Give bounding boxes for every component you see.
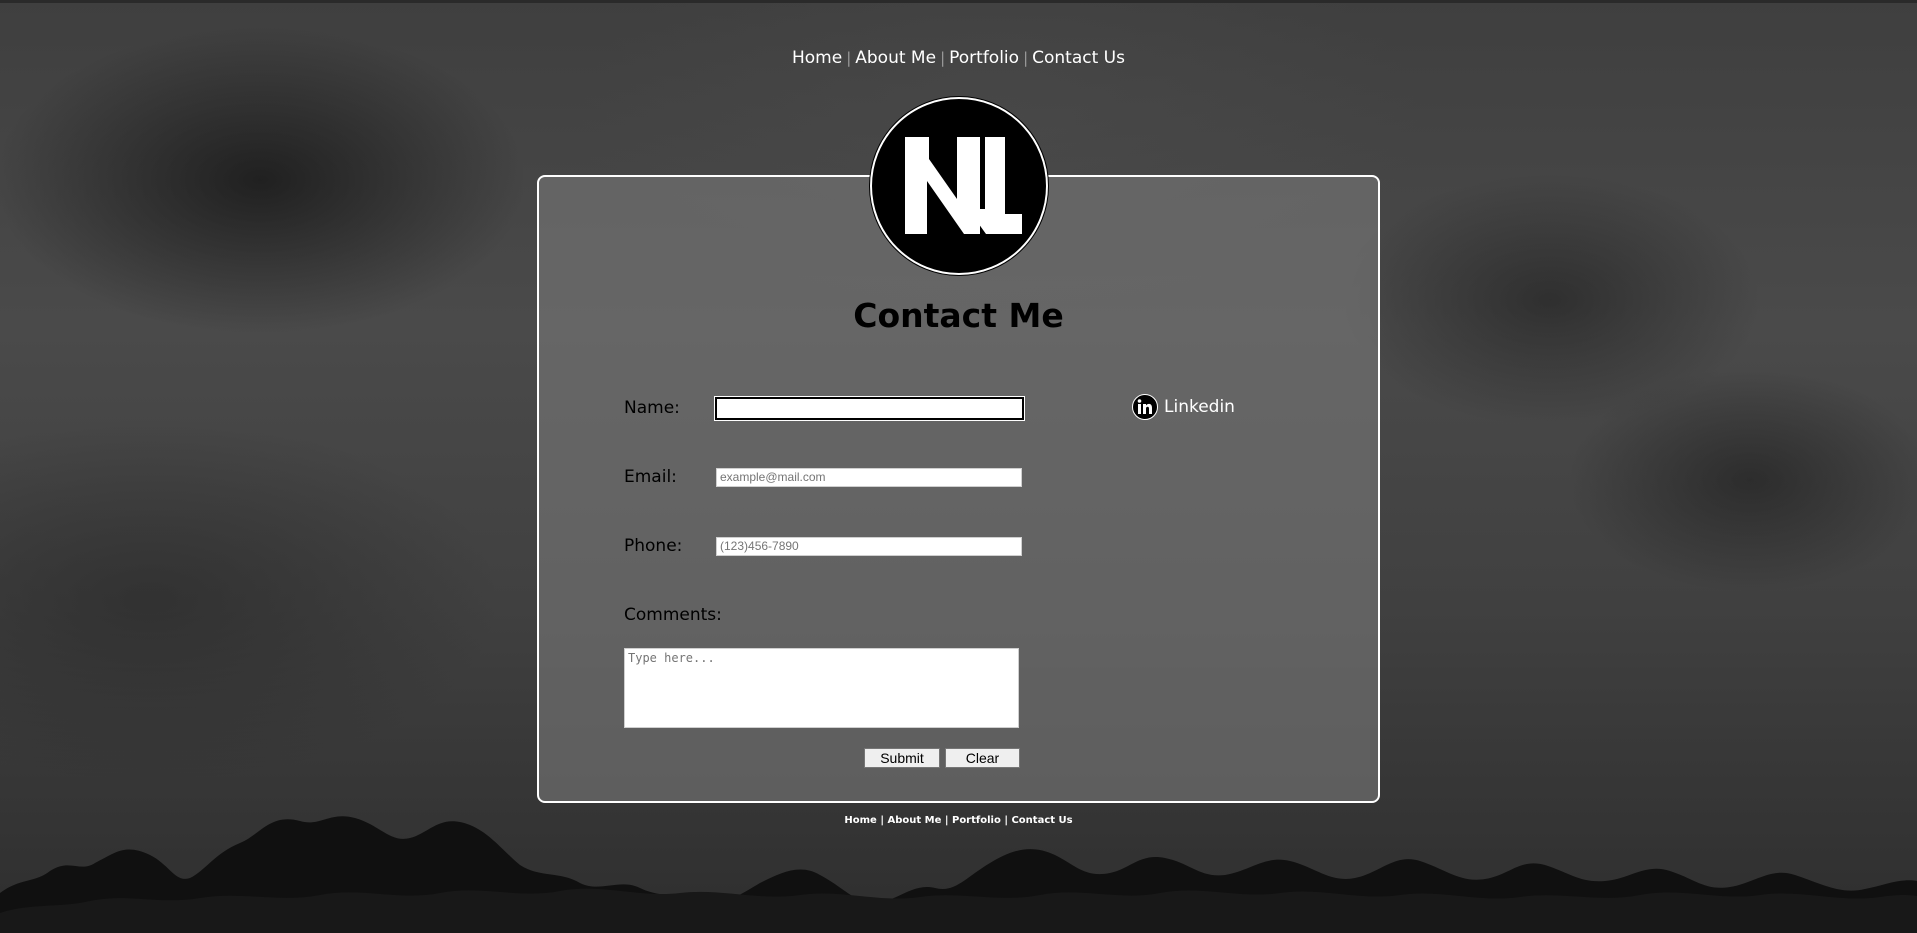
nav-contact-link[interactable]: Contact Us bbox=[1028, 48, 1129, 68]
page-title: Contact Me bbox=[853, 296, 1064, 335]
nav-portfolio-link[interactable]: Portfolio bbox=[945, 48, 1023, 68]
phone-label: Phone: bbox=[624, 536, 683, 556]
footer-contact-link[interactable]: Contact Us bbox=[1011, 815, 1072, 826]
email-label: Email: bbox=[624, 467, 677, 487]
linkedin-label: Linkedin bbox=[1164, 397, 1235, 417]
footer-home-link[interactable]: Home bbox=[844, 815, 876, 826]
nl-logo-mark bbox=[905, 137, 1022, 234]
background-trees bbox=[0, 816, 1917, 933]
email-input[interactable]: example@mail.com bbox=[716, 468, 1022, 487]
name-input[interactable] bbox=[715, 397, 1024, 420]
footer-navigation: Home | About Me | Portfolio | Contact Us bbox=[0, 815, 1917, 826]
phone-input[interactable]: (123)456-7890 bbox=[716, 537, 1022, 556]
footer-about-link[interactable]: About Me bbox=[887, 815, 941, 826]
footer-separator: | bbox=[880, 815, 884, 826]
nav-about-link[interactable]: About Me bbox=[851, 48, 940, 68]
name-label: Name: bbox=[624, 398, 680, 418]
submit-button[interactable]: Submit bbox=[864, 748, 940, 768]
comments-label: Comments: bbox=[624, 605, 722, 625]
footer-separator: | bbox=[944, 815, 949, 826]
top-navigation: Home | About Me | Portfolio | Contact Us bbox=[0, 48, 1917, 68]
footer-separator: | bbox=[1004, 815, 1008, 826]
linkedin-link[interactable]: Linkedin bbox=[1132, 393, 1235, 421]
clear-button[interactable]: Clear bbox=[945, 748, 1020, 768]
browser-top-edge bbox=[0, 0, 1917, 3]
footer-portfolio-link[interactable]: Portfolio bbox=[952, 815, 1001, 826]
nav-home-link[interactable]: Home bbox=[788, 48, 846, 68]
nl-logo bbox=[870, 97, 1048, 275]
linkedin-icon bbox=[1132, 394, 1158, 420]
comments-textarea[interactable]: Type here... bbox=[624, 648, 1019, 728]
